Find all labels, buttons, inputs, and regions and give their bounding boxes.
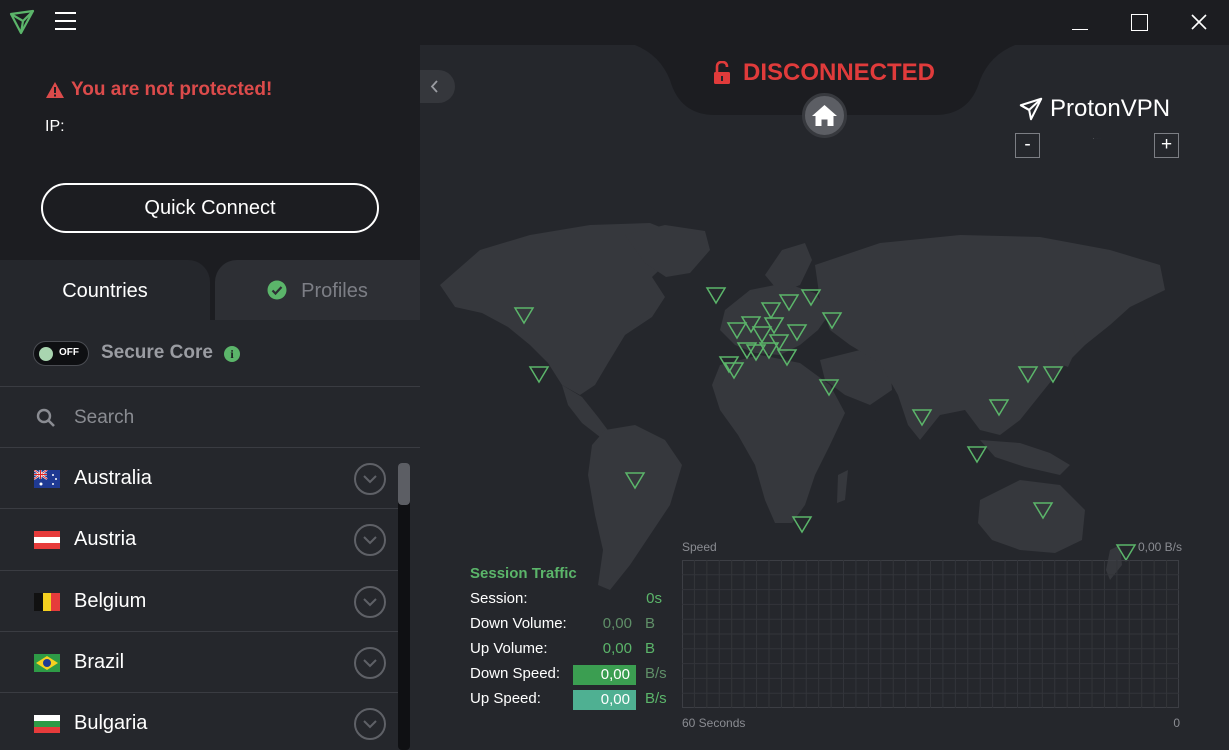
chevron-down-icon <box>363 720 377 729</box>
home-button[interactable] <box>802 93 847 138</box>
toggle-state-label: OFF <box>59 347 79 358</box>
down-volume-label: Down Volume: <box>470 615 567 632</box>
country-row-austria[interactable]: Austria <box>0 509 398 571</box>
up-speed-value: 0,00 <box>573 690 636 710</box>
chevron-down-icon <box>363 659 377 668</box>
chevron-down-icon <box>363 597 377 607</box>
up-speed-row: Up Speed: 0,00 B/s <box>470 690 670 712</box>
zoom-control: - + <box>1015 133 1180 158</box>
country-row-brazil[interactable]: Brazil <box>0 632 398 694</box>
down-volume-unit: B <box>645 615 656 632</box>
chevron-left-icon <box>430 80 438 93</box>
flag-bulgaria-icon <box>34 715 60 734</box>
up-speed-label: Up Speed: <box>470 690 541 707</box>
close-button[interactable] <box>1169 0 1229 45</box>
up-volume-row: Up Volume: 0,00 B <box>470 640 670 662</box>
country-list: Australia Austria Belgium Brazil Bulgari… <box>0 448 398 750</box>
brand-name: ProtonVPN <box>1050 95 1171 122</box>
speed-graph-time-label: 60 Seconds <box>682 716 746 730</box>
protonvpn-logo-icon <box>1019 97 1043 121</box>
flag-austria-icon <box>34 531 60 550</box>
country-name: Brazil <box>74 650 125 673</box>
down-speed-value: 0,00 <box>573 665 636 685</box>
down-speed-label: Down Speed: <box>470 665 561 682</box>
country-row-australia[interactable]: Australia <box>0 448 398 510</box>
brand: ProtonVPN <box>1018 95 1170 123</box>
warning-icon <box>46 82 64 98</box>
zoom-out-button[interactable]: - <box>1015 133 1040 158</box>
protection-warning: You are not protected! <box>45 79 272 101</box>
title-bar <box>0 0 1229 45</box>
country-name: Australia <box>74 467 152 489</box>
connection-status: DISCONNECTED <box>713 59 935 87</box>
protonvpn-logo-icon <box>9 9 35 35</box>
down-speed-row: Down Speed: 0,00 B/s <box>470 665 670 687</box>
speed-graph: Speed 0,00 B/s 60 Seconds 0 <box>682 540 1182 730</box>
secure-core-label: Secure Core <box>101 342 213 363</box>
up-volume-label: Up Volume: <box>470 640 548 657</box>
maximize-button[interactable] <box>1109 0 1169 45</box>
session-label: Session: <box>470 590 528 607</box>
collapse-sidebar-button[interactable] <box>420 70 455 103</box>
unlocked-lock-icon <box>714 61 730 84</box>
flag-brazil-icon <box>34 653 60 672</box>
search-icon <box>36 408 55 427</box>
zoom-slider[interactable] <box>1047 138 1147 139</box>
tab-profiles[interactable]: Profiles <box>215 260 420 320</box>
warning-text: You are not protected! <box>71 79 273 100</box>
expand-country-button[interactable] <box>354 646 386 679</box>
connection-status-text: DISCONNECTED <box>743 59 936 86</box>
session-row: Session: 0s <box>470 590 670 612</box>
speed-graph-label: Speed <box>682 540 717 554</box>
hamburger-menu-icon[interactable] <box>55 12 77 32</box>
connection-status-panel: You are not protected! IP: Quick Connect <box>0 45 420 260</box>
sidebar-tabs: Countries Profiles <box>0 260 420 320</box>
session-traffic-title: Session Traffic <box>470 565 577 582</box>
search-row <box>0 388 420 448</box>
ip-label: IP: <box>45 118 65 135</box>
expand-country-button[interactable] <box>354 708 386 741</box>
secure-core-row: OFF Secure Core i <box>0 320 420 387</box>
close-icon <box>1191 14 1207 30</box>
session-value: 0s <box>646 590 662 607</box>
tab-countries[interactable]: Countries <box>0 260 210 320</box>
chevron-down-icon <box>363 475 377 484</box>
up-volume-value: 0,00 <box>602 640 632 657</box>
speed-graph-value: 0,00 B/s <box>1137 540 1182 554</box>
country-name: Belgium <box>74 589 147 612</box>
country-name: Bulgaria <box>74 712 148 735</box>
protonvpn-window: You are not protected! IP: Quick Connect… <box>0 0 1229 750</box>
up-speed-unit: B/s <box>645 690 667 707</box>
scrollbar-thumb[interactable] <box>398 463 410 505</box>
flag-australia-icon <box>34 470 60 488</box>
country-list-scrollbar[interactable] <box>398 463 410 750</box>
country-row-bulgaria[interactable]: Bulgaria <box>0 693 398 750</box>
expand-country-button[interactable] <box>354 524 386 557</box>
search-input[interactable] <box>74 402 394 434</box>
down-volume-row: Down Volume: 0,00 B <box>470 615 670 637</box>
flag-belgium-icon <box>34 592 60 611</box>
map-area: DISCONNECTED ProtonVPN - + Session Traff… <box>420 45 1229 750</box>
country-name: Austria <box>74 528 137 551</box>
sidebar: You are not protected! IP: Quick Connect… <box>0 45 420 750</box>
expand-country-button[interactable] <box>354 585 386 618</box>
info-icon[interactable]: i <box>224 346 240 362</box>
speed-graph-end-label: 0 <box>1173 716 1180 730</box>
down-speed-unit: B/s <box>645 665 667 682</box>
minimize-button[interactable] <box>1050 0 1110 45</box>
zoom-in-button[interactable]: + <box>1154 133 1179 158</box>
secure-core-toggle[interactable]: OFF <box>33 341 89 366</box>
chevron-down-icon <box>363 536 377 545</box>
expand-country-button[interactable] <box>354 463 386 495</box>
tab-profiles-label: Profiles <box>301 280 368 302</box>
check-circle-icon <box>267 280 287 300</box>
speed-graph-grid <box>682 560 1179 708</box>
home-icon <box>812 105 837 126</box>
country-row-belgium[interactable]: Belgium <box>0 571 398 632</box>
up-volume-unit: B <box>645 640 656 657</box>
down-volume-value: 0,00 <box>602 615 632 632</box>
toggle-knob <box>39 347 53 361</box>
quick-connect-button[interactable]: Quick Connect <box>41 183 379 233</box>
